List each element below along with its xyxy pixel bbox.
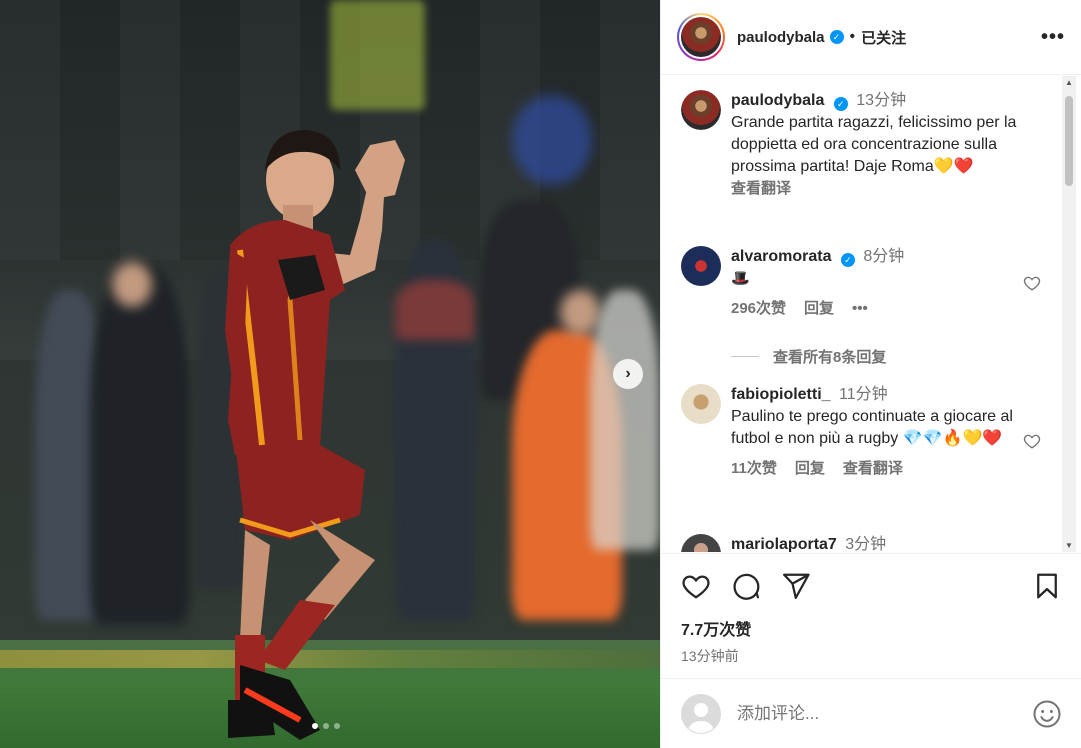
caption-time[interactable]: 13分钟: [856, 92, 906, 109]
comment-item: mariolaporta7 3分钟: [681, 534, 1041, 552]
comment-time[interactable]: 8分钟: [863, 248, 904, 265]
emoji-icon[interactable]: [1032, 699, 1062, 729]
author-avatar[interactable]: [677, 13, 725, 61]
likes-count[interactable]: 7.7万次赞: [681, 616, 1062, 640]
commenter-avatar[interactable]: [681, 534, 721, 552]
carousel-dot: [323, 723, 329, 729]
user-avatar[interactable]: [681, 693, 721, 734]
comments-scrollbar[interactable]: ▲ ▼: [1062, 76, 1076, 552]
carousel-dot-active: [312, 723, 318, 729]
view-replies-label: 查看所有8条回复: [773, 349, 887, 366]
replies-divider: [731, 356, 759, 357]
verified-badge-icon: ✓: [829, 30, 844, 44]
post-actions: 7.7万次赞 13分钟前: [661, 553, 1081, 678]
add-comment-bar: [661, 678, 1081, 748]
comment-time[interactable]: 11分钟: [839, 386, 888, 403]
commenter-username[interactable]: mariolaporta7: [731, 536, 837, 552]
bookmark-icon[interactable]: [1032, 571, 1062, 601]
comment-item: alvaromorata ✓ 8分钟 🎩 296次赞 回复 •••: [681, 246, 1041, 320]
commenter-avatar[interactable]: [681, 384, 721, 424]
share-icon[interactable]: [781, 571, 811, 601]
comments-list[interactable]: paulodybala ✓ 13分钟 Grande partita ragazz…: [661, 76, 1081, 552]
more-horizontal-icon[interactable]: •••: [1041, 26, 1065, 49]
scroll-down-icon[interactable]: ▼: [1065, 541, 1073, 550]
scroll-up-icon[interactable]: ▲: [1065, 78, 1073, 87]
reply-button[interactable]: 回复: [804, 298, 834, 320]
comment-likes[interactable]: 11次赞: [731, 458, 777, 480]
comment-item: fabiopioletti_ 11分钟 Paulino te prego con…: [681, 384, 1041, 480]
heart-icon[interactable]: [681, 571, 711, 601]
commenter-username[interactable]: alvaromorata: [731, 248, 832, 265]
scrollbar-thumb[interactable]: [1065, 96, 1073, 186]
carousel-dot: [334, 723, 340, 729]
caption-text: Grande partita ragazzi, felicissimo per …: [731, 114, 1017, 175]
comment-likes[interactable]: 296次赞: [731, 298, 786, 320]
caption: paulodybala ✓ 13分钟 Grande partita ragazz…: [681, 90, 1041, 200]
view-replies-button[interactable]: 查看所有8条回复: [731, 346, 886, 367]
chevron-right-icon: ›: [625, 365, 631, 382]
following-button[interactable]: 已关注: [861, 27, 906, 48]
commenter-username[interactable]: fabiopioletti_: [731, 386, 831, 403]
see-translation-link[interactable]: 查看翻译: [731, 178, 791, 200]
heart-icon[interactable]: [1023, 432, 1041, 450]
verified-badge-icon: ✓: [840, 253, 855, 267]
reply-button[interactable]: 回复: [795, 458, 825, 480]
carousel-indicator: [312, 723, 340, 729]
next-media-button[interactable]: ›: [613, 359, 643, 389]
post-header: paulodybala ✓ • 已关注 •••: [661, 0, 1081, 75]
comment-icon[interactable]: [731, 571, 761, 601]
post-time[interactable]: 13分钟前: [681, 646, 1062, 666]
author-username[interactable]: paulodybala: [737, 29, 825, 46]
comment-time[interactable]: 3分钟: [845, 536, 886, 552]
default-avatar-icon: [688, 702, 714, 733]
separator-dot: •: [849, 28, 856, 45]
player-figure: [225, 130, 405, 740]
author-avatar-small[interactable]: [681, 90, 721, 130]
verified-badge-icon: ✓: [833, 97, 848, 111]
more-horizontal-icon[interactable]: •••: [852, 298, 868, 320]
commenter-avatar[interactable]: [681, 246, 721, 286]
comment-text: Paulino te prego continuate a giocare al…: [731, 408, 1013, 447]
caption-username[interactable]: paulodybala: [731, 92, 824, 109]
see-translation-link[interactable]: 查看翻译: [843, 458, 903, 480]
comment-input[interactable]: [737, 703, 987, 724]
post-sidebar: paulodybala ✓ • 已关注 ••• paulodybala ✓ 13…: [660, 0, 1081, 748]
heart-icon[interactable]: [1023, 274, 1041, 292]
comment-text: 🎩: [731, 270, 750, 287]
post-media[interactable]: ›: [0, 0, 660, 748]
